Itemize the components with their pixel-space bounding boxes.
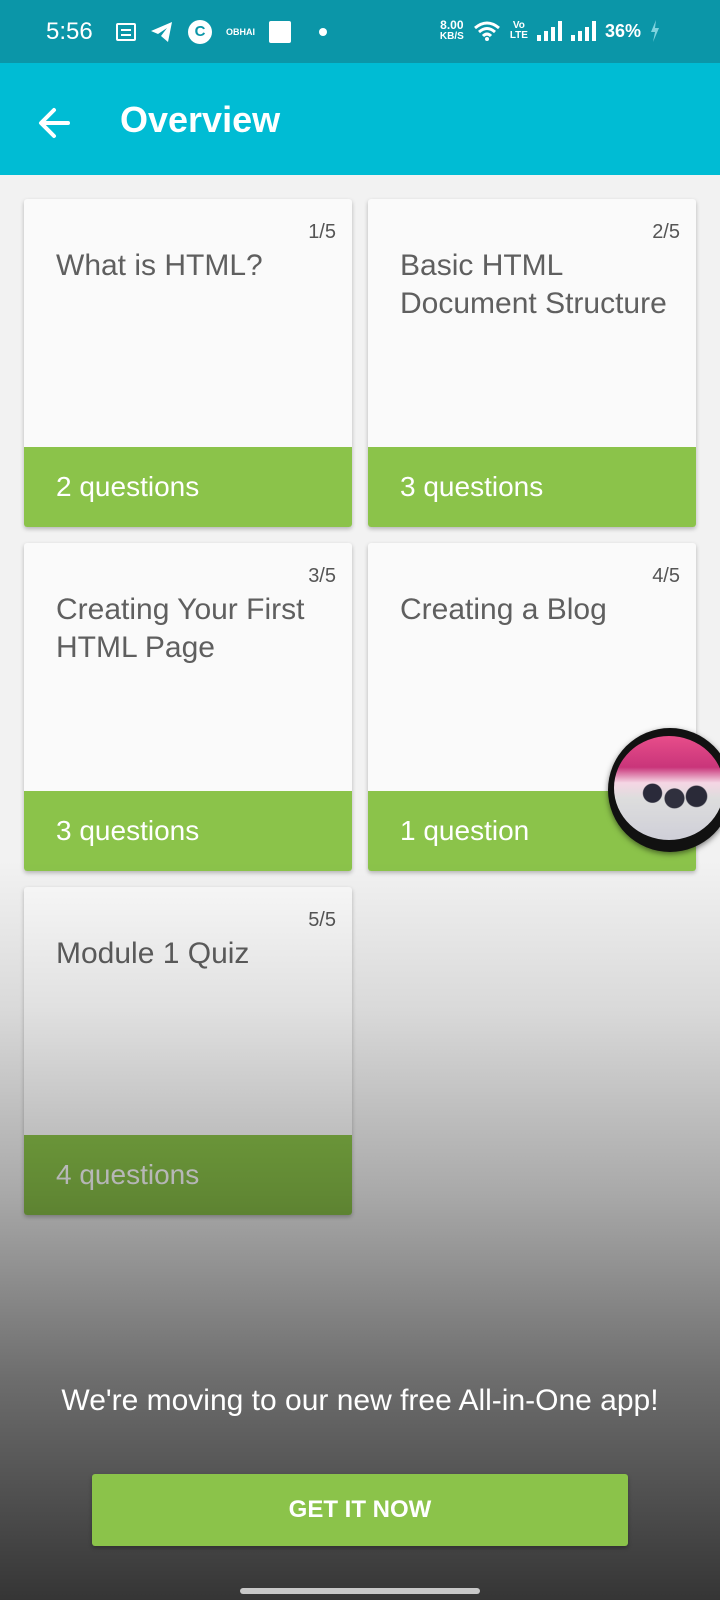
page-title: Overview <box>120 99 281 140</box>
lesson-counter: 5/5 <box>308 909 336 931</box>
lesson-counter: 1/5 <box>308 221 336 243</box>
lesson-title: What is HTML? <box>56 249 263 282</box>
question-count: 3 questions <box>56 815 200 846</box>
lesson-title: Module 1 Quiz <box>56 937 250 970</box>
lesson-footer: 2 questions <box>24 447 352 527</box>
lesson-footer: 3 questions <box>368 447 696 527</box>
lesson-counter: 4/5 <box>652 565 680 587</box>
gesture-nav-handle[interactable] <box>240 1588 480 1594</box>
lesson-counter: 3/5 <box>308 565 336 587</box>
message-icon <box>116 23 136 41</box>
lesson-card-2[interactable]: 2/5 Basic HTML Document Structure 3 ques… <box>368 199 696 527</box>
get-it-now-button[interactable]: GET IT NOW <box>92 1474 628 1546</box>
c-app-icon: C <box>188 20 212 44</box>
app-bar: Overview <box>0 63 720 175</box>
square-app-icon <box>269 21 291 43</box>
floating-chat-bubble[interactable] <box>608 728 720 852</box>
status-time: 5:56 <box>46 18 93 45</box>
dot-icon <box>319 28 327 36</box>
status-bar: 5:56 C OBHAI 8.00 KB/S Vo LTE 36% <box>0 0 720 63</box>
obhai-icon: OBHAI <box>226 27 255 37</box>
lesson-title: Creating Your First HTML Page <box>56 593 305 664</box>
question-count: 1 question <box>400 815 530 846</box>
net-speed-unit: KB/S <box>439 31 464 42</box>
question-count: 2 questions <box>56 471 200 502</box>
lesson-footer: 3 questions <box>24 791 352 871</box>
lesson-title: Basic HTML Document Structure <box>400 249 667 320</box>
battery-percent: 36% <box>604 20 641 41</box>
promo-message: We're moving to our new free All-in-One … <box>61 1384 659 1417</box>
signal-icon-sim1 <box>536 21 562 41</box>
system-icons: 8.00 KB/S Vo LTE 36% <box>440 16 660 46</box>
question-count: 4 questions <box>56 1159 200 1190</box>
lesson-footer: 4 questions <box>24 1135 352 1215</box>
telegram-icon <box>151 22 172 42</box>
notification-icons: C OBHAI <box>116 19 327 45</box>
charging-icon <box>651 20 659 42</box>
volte-bottom: LTE <box>509 30 528 41</box>
bubble-photo <box>614 736 720 840</box>
lesson-counter: 2/5 <box>652 221 680 243</box>
net-speed-value: 8.00 <box>440 18 464 32</box>
question-count: 3 questions <box>400 471 544 502</box>
lesson-card-3[interactable]: 3/5 Creating Your First HTML Page 3 ques… <box>24 543 352 871</box>
wifi-icon <box>473 21 500 41</box>
arrow-back-icon <box>39 108 70 138</box>
lesson-card-1[interactable]: 1/5 What is HTML? 2 questions <box>24 199 352 527</box>
net-speed: 8.00 KB/S <box>439 18 464 42</box>
lesson-title: Creating a Blog <box>400 593 607 626</box>
lesson-card-5[interactable]: 5/5 Module 1 Quiz 4 questions <box>24 887 352 1215</box>
volte-icon: Vo LTE <box>510 21 528 41</box>
signal-icon-sim2 <box>570 21 596 41</box>
back-button[interactable] <box>30 98 80 148</box>
